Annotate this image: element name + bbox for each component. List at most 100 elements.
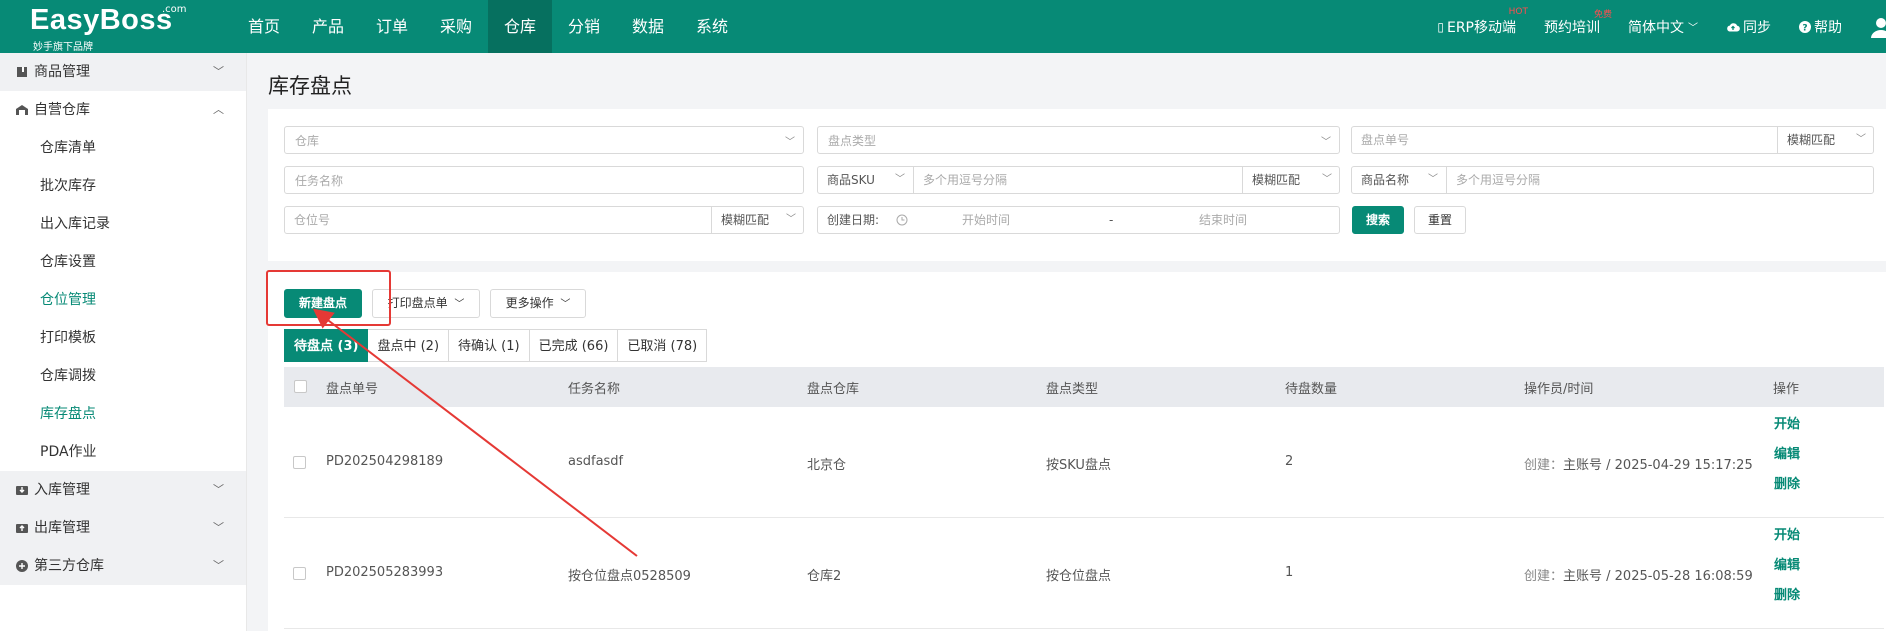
nav-item-warehouse[interactable]: 仓库 <box>488 0 552 53</box>
task-name-input[interactable]: 任务名称 <box>284 166 804 194</box>
sidebar-group-product[interactable]: 商品管理 ﹀ <box>0 53 246 91</box>
product-name-input[interactable]: 多个用逗号分隔 <box>1447 167 1874 193</box>
sku-input[interactable]: 多个用逗号分隔 <box>914 167 1242 193</box>
nav-item-system[interactable]: 系统 <box>680 0 744 53</box>
warehouse-select[interactable]: 仓库 ﹀ <box>284 126 804 154</box>
cell-operator-time: 创建：主账号 / 2025-05-28 16:08:59 <box>1524 565 1753 584</box>
sync-button[interactable]: 同步 <box>1726 17 1771 37</box>
more-actions-button[interactable]: 更多操作 ﹀ <box>490 289 586 318</box>
sidebar-item-pda[interactable]: PDA作业 <box>0 433 246 471</box>
location-input[interactable]: 仓位号 <box>285 207 711 233</box>
col-operator-time: 操作员/时间 <box>1524 381 1594 397</box>
col-task-name: 任务名称 <box>568 381 621 397</box>
training-label: 预约培训 <box>1544 19 1600 36</box>
sidebar-item-warehouse-settings[interactable]: 仓库设置 <box>0 243 246 281</box>
chevron-down-icon: ﹀ <box>560 299 571 310</box>
filter-panel: 仓库 ﹀ 盘点类型 ﹀ 盘点单号 模糊匹配 ﹀ 任务名称 商品SKU ﹀ 多个用… <box>268 109 1886 261</box>
sidebar-group-label: 第三方仓库 <box>34 558 104 574</box>
tab-pending[interactable]: 待盘点 (3) <box>284 329 369 362</box>
cell-pending-qty: 1 <box>1285 565 1294 580</box>
sidebar-group-outbound[interactable]: 出库管理 ﹀ <box>0 509 246 547</box>
tab-to-confirm[interactable]: 待确认 (1) <box>449 329 530 362</box>
nav-item-data[interactable]: 数据 <box>616 0 680 53</box>
sidebar-group-inbound[interactable]: 入库管理 ﹀ <box>0 471 246 509</box>
cloud-upload-icon <box>1727 22 1740 32</box>
location-match-select[interactable]: 模糊匹配 ﹀ <box>711 207 804 233</box>
header-tools: ▯ ERP移动端 HOT 预约培训 免费 简体中文 ﹀ 同步 ? 帮助 <box>1437 0 1886 53</box>
row-actions: 开始 编辑 删除 <box>1774 521 1800 611</box>
chevron-down-icon: ﹀ <box>213 65 224 78</box>
erp-mobile-link[interactable]: ▯ ERP移动端 HOT <box>1437 7 1528 37</box>
language-label: 简体中文 <box>1628 19 1684 36</box>
date-range-picker[interactable]: 创建日期: 开始时间 - 结束时间 <box>817 206 1340 234</box>
sidebar-item-print-template[interactable]: 打印模板 <box>0 319 246 357</box>
product-icon <box>17 67 27 77</box>
delete-button[interactable]: 删除 <box>1774 581 1800 611</box>
training-link[interactable]: 预约培训 免费 <box>1544 10 1612 37</box>
logo[interactable]: EasyBoss .com 妙手旗下品牌 <box>30 4 187 53</box>
col-pending-qty: 待盘数量 <box>1285 381 1338 397</box>
chevron-up-icon: ︿ <box>213 103 224 116</box>
delete-button[interactable]: 删除 <box>1774 470 1800 500</box>
edit-button[interactable]: 编辑 <box>1774 551 1800 581</box>
sku-match-select[interactable]: 模糊匹配 ﹀ <box>1242 167 1340 193</box>
sidebar-group-label: 出库管理 <box>34 520 90 536</box>
language-select[interactable]: 简体中文 ﹀ <box>1628 17 1698 37</box>
tab-completed[interactable]: 已完成 (66) <box>529 329 619 362</box>
help-button[interactable]: ? 帮助 <box>1799 17 1842 37</box>
start-button[interactable]: 开始 <box>1774 521 1800 551</box>
match-mode-label: 模糊匹配 <box>721 213 770 227</box>
start-button[interactable]: 开始 <box>1774 410 1800 440</box>
third-party-icon <box>16 560 28 572</box>
end-date-input[interactable]: 结束时间 <box>1199 207 1299 233</box>
edit-button[interactable]: 编辑 <box>1774 440 1800 470</box>
nav-item-purchase[interactable]: 采购 <box>424 0 488 53</box>
nav-item-product[interactable]: 产品 <box>296 0 360 53</box>
row-actions: 开始 编辑 删除 <box>1774 410 1800 500</box>
tab-in-progress[interactable]: 盘点中 (2) <box>368 329 450 362</box>
sidebar: 商品管理 ﹀ 自营仓库 ︿ 仓库清单 批次库存 出入库记录 仓库设置 仓位管理 … <box>0 53 247 631</box>
sync-label: 同步 <box>1743 19 1771 36</box>
table-row: PD202504298189 asdfasdf 北京仓 按SKU盘点 2 创建：… <box>284 407 1884 518</box>
row-checkbox[interactable] <box>293 567 306 580</box>
location-field: 仓位号 模糊匹配 ﹀ <box>284 206 804 234</box>
sku-field-select[interactable]: 商品SKU ﹀ <box>818 167 914 193</box>
sidebar-item-stocktaking[interactable]: 库存盘点 <box>0 395 246 433</box>
sidebar-group-label: 入库管理 <box>34 482 90 498</box>
cell-order-number: PD202505283993 <box>326 565 444 580</box>
main-nav: 首页 产品 订单 采购 仓库 分销 数据 系统 <box>232 0 744 53</box>
sidebar-group-label: 商品管理 <box>34 64 90 80</box>
stocktake-type-placeholder: 盘点类型 <box>828 133 877 148</box>
tab-cancelled[interactable]: 已取消 (78) <box>618 329 708 362</box>
search-button[interactable]: 搜索 <box>1352 206 1404 234</box>
col-type: 盘点类型 <box>1046 381 1099 397</box>
sidebar-group-own-warehouse[interactable]: 自营仓库 ︿ <box>0 91 246 129</box>
product-name-field-select[interactable]: 商品名称 ﹀ <box>1352 167 1447 193</box>
nav-item-home[interactable]: 首页 <box>232 0 296 53</box>
print-stocktake-label: 打印盘点单 <box>387 296 448 310</box>
sidebar-item-location-management[interactable]: 仓位管理 <box>0 281 246 319</box>
stocktake-type-select[interactable]: 盘点类型 ﹀ <box>817 126 1340 154</box>
sku-field: 商品SKU ﹀ 多个用逗号分隔 模糊匹配 ﹀ <box>817 166 1340 194</box>
operator-time-value: 主账号 / 2025-04-29 15:17:25 <box>1563 458 1753 473</box>
select-all-checkbox[interactable] <box>294 380 307 393</box>
col-order-number: 盘点单号 <box>326 381 379 397</box>
sidebar-item-io-records[interactable]: 出入库记录 <box>0 205 246 243</box>
user-icon[interactable] <box>1870 16 1886 38</box>
reset-button[interactable]: 重置 <box>1414 206 1466 234</box>
sidebar-group-third-party[interactable]: 第三方仓库 ﹀ <box>0 547 246 585</box>
start-date-input[interactable]: 开始时间 <box>962 207 1062 233</box>
logo-brand: EasyBoss <box>30 4 173 36</box>
chevron-down-icon: ﹀ <box>213 483 224 496</box>
chevron-down-icon: ﹀ <box>213 559 224 572</box>
status-tabs: 待盘点 (3) 盘点中 (2) 待确认 (1) 已完成 (66) 已取消 (78… <box>284 329 708 362</box>
sidebar-item-warehouse-list[interactable]: 仓库清单 <box>0 129 246 167</box>
order-number-match-select[interactable]: 模糊匹配 ﹀ <box>1777 127 1874 153</box>
sidebar-item-batch-stock[interactable]: 批次库存 <box>0 167 246 205</box>
nav-item-distribution[interactable]: 分销 <box>552 0 616 53</box>
cell-task-name: asdfasdf <box>568 454 624 469</box>
sidebar-item-transfer[interactable]: 仓库调拨 <box>0 357 246 395</box>
nav-item-order[interactable]: 订单 <box>360 0 424 53</box>
row-checkbox[interactable] <box>293 456 306 469</box>
order-number-input[interactable]: 盘点单号 <box>1352 127 1777 153</box>
